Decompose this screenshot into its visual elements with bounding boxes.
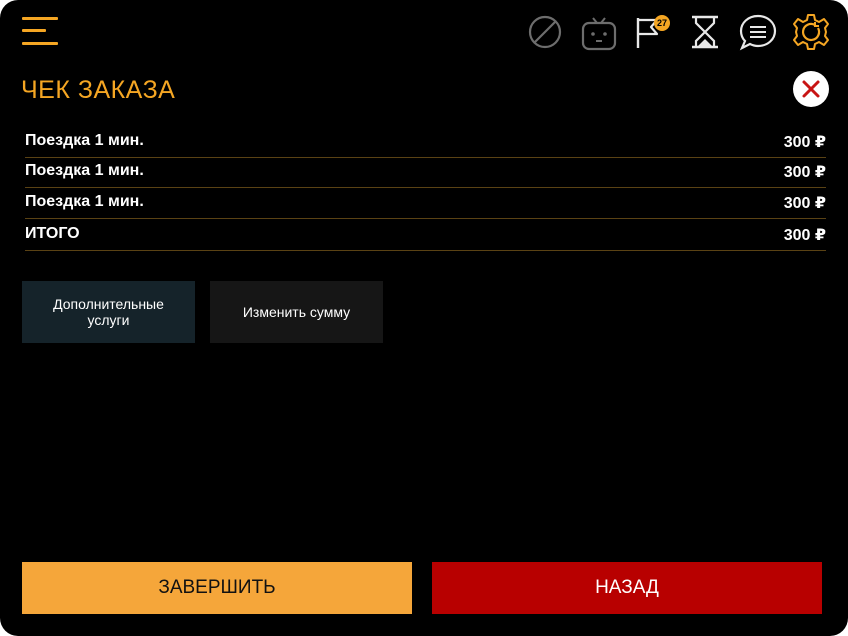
page-title: ЧЕК ЗАКАЗА bbox=[21, 76, 176, 104]
extra-services-button[interactable]: Дополнительные услуги bbox=[22, 281, 195, 343]
finish-button[interactable]: ЗАВЕРШИТЬ bbox=[22, 562, 412, 614]
total-price: 300 ₽ bbox=[783, 227, 826, 244]
change-amount-button[interactable]: Изменить сумму bbox=[210, 281, 383, 343]
item-price: 300 ₽ bbox=[783, 195, 826, 212]
menu-icon[interactable] bbox=[22, 16, 58, 46]
item-name: Поездка 1 мин. bbox=[25, 162, 144, 179]
settings-icon[interactable] bbox=[791, 12, 831, 52]
item-price: 300 ₽ bbox=[783, 164, 826, 181]
receipt-row: Поездка 1 мин. 300 ₽ bbox=[25, 188, 826, 219]
robot-icon[interactable] bbox=[579, 12, 619, 52]
close-button[interactable] bbox=[793, 71, 829, 107]
item-name: Поездка 1 мин. bbox=[25, 132, 144, 149]
total-label: ИТОГО bbox=[25, 225, 80, 242]
receipt-row: Поездка 1 мин. 300 ₽ bbox=[25, 157, 826, 188]
item-price: 300 ₽ bbox=[783, 134, 826, 151]
receipt-total-row: ИТОГО 300 ₽ bbox=[25, 220, 826, 251]
order-check-screen: 27 ЧЕК ЗАКАЗА Поездка 1 мин. 300 ₽ Поезд… bbox=[0, 0, 848, 636]
item-name: Поездка 1 мин. bbox=[25, 193, 144, 210]
block-icon[interactable] bbox=[525, 12, 565, 52]
back-button[interactable]: НАЗАД bbox=[432, 562, 822, 614]
hourglass-icon[interactable] bbox=[685, 12, 725, 52]
close-icon bbox=[802, 80, 820, 98]
receipt-row: Поездка 1 мин. 300 ₽ bbox=[25, 127, 826, 158]
extra-services-label: Дополнительные услуги bbox=[53, 296, 164, 328]
chat-icon[interactable] bbox=[738, 12, 778, 52]
flag-count-badge: 27 bbox=[654, 15, 670, 31]
